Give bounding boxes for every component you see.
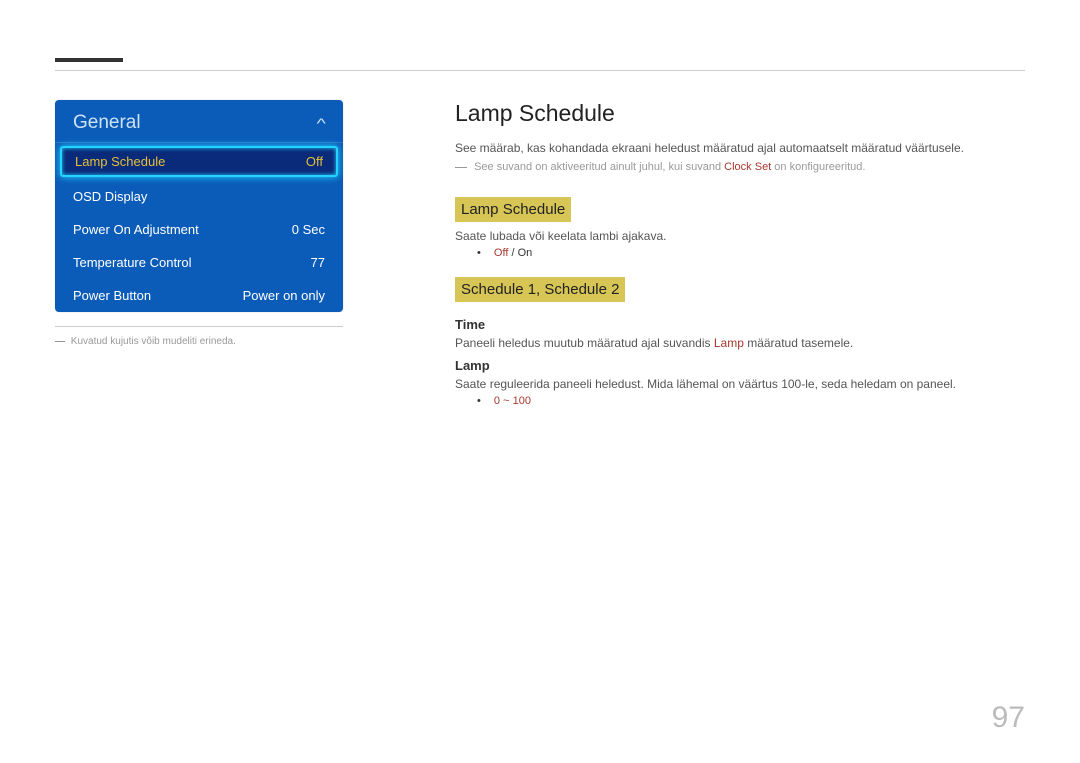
dash-icon bbox=[455, 167, 467, 168]
panel-note-text: Kuvatud kujutis võib mudeliti erineda. bbox=[71, 336, 236, 347]
note-text-after: on konfigureeritud. bbox=[771, 161, 865, 173]
note-accent: Clock Set bbox=[724, 161, 771, 173]
section-schedule: Schedule 1, Schedule 2 bbox=[455, 277, 625, 302]
time-desc: Paneeli heledus muutub määratud ajal suv… bbox=[455, 336, 1025, 350]
lamp-schedule-desc: Saate lubada või keelata lambi ajakava. bbox=[455, 229, 1025, 243]
chevron-up-icon[interactable]: ^ bbox=[317, 115, 326, 131]
menu-item-osd-display[interactable]: OSD Display bbox=[55, 180, 343, 213]
time-desc-accent: Lamp bbox=[714, 336, 744, 350]
menu-label: OSD Display bbox=[73, 189, 147, 204]
menu-value: 0 Sec bbox=[292, 222, 325, 237]
range-sep: ~ bbox=[500, 395, 513, 407]
panel-title: General bbox=[73, 112, 141, 134]
menu-item-power-button[interactable]: Power Button Power on only bbox=[55, 279, 343, 312]
menu-label: Lamp Schedule bbox=[75, 154, 165, 169]
menu-item-temperature-control[interactable]: Temperature Control 77 bbox=[55, 246, 343, 279]
menu-value: Off bbox=[306, 154, 323, 169]
menu-item-lamp-schedule[interactable]: Lamp Schedule Off bbox=[60, 146, 338, 177]
subsection-lamp: Lamp bbox=[455, 358, 1025, 373]
panel-note-rule bbox=[55, 326, 343, 327]
top-rule bbox=[55, 70, 1025, 71]
section-lamp-schedule: Lamp Schedule bbox=[455, 197, 571, 222]
time-desc-before: Paneeli heledus muutub määratud ajal suv… bbox=[455, 336, 714, 350]
panel-header: General ^ bbox=[55, 100, 343, 143]
menu-label: Temperature Control bbox=[73, 255, 192, 270]
page-description: See määrab, kas kohandada ekraani heledu… bbox=[455, 141, 1025, 155]
menu-value: Power on only bbox=[243, 288, 325, 303]
range-end: 100 bbox=[513, 395, 531, 407]
option-off: Off bbox=[494, 247, 508, 259]
content-area: Lamp Schedule See määrab, kas kohandada … bbox=[455, 100, 1025, 419]
menu-label: Power Button bbox=[73, 288, 151, 303]
menu-label: Power On Adjustment bbox=[73, 222, 199, 237]
option-on: / On bbox=[508, 247, 532, 259]
osd-panel: General ^ Lamp Schedule Off OSD Display … bbox=[55, 100, 343, 312]
lamp-schedule-options: Off / On bbox=[477, 247, 1025, 259]
dash-icon bbox=[55, 341, 65, 342]
note-text-before: See suvand on aktiveeritud ainult juhul,… bbox=[474, 161, 724, 173]
subsection-time: Time bbox=[455, 317, 1025, 332]
time-desc-after: määratud tasemele. bbox=[744, 336, 853, 350]
lamp-desc: Saate reguleerida paneeli heledust. Mida… bbox=[455, 377, 1025, 391]
menu-item-power-on-adjustment[interactable]: Power On Adjustment 0 Sec bbox=[55, 213, 343, 246]
panel-note: Kuvatud kujutis võib mudeliti erineda. bbox=[55, 336, 236, 347]
page-title: Lamp Schedule bbox=[455, 100, 1025, 127]
config-note: See suvand on aktiveeritud ainult juhul,… bbox=[455, 161, 1025, 173]
page-number: 97 bbox=[992, 701, 1025, 735]
lamp-range: 0 ~ 100 bbox=[477, 395, 1025, 407]
section-marker bbox=[55, 58, 123, 62]
menu-value: 77 bbox=[311, 255, 325, 270]
